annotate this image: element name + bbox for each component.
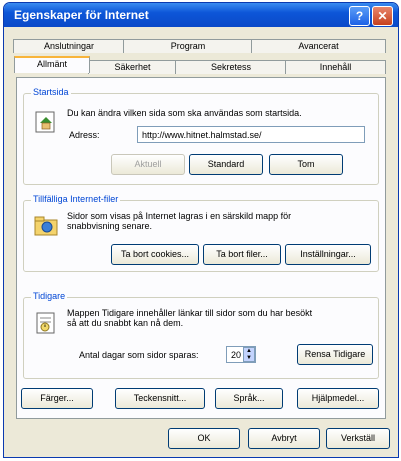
tab-anslutningar[interactable]: Anslutningar: [13, 39, 125, 53]
tab-sakerhet[interactable]: Säkerhet: [88, 60, 177, 74]
window-title: Egenskaper för Internet: [14, 8, 149, 22]
tab-label: Program: [170, 41, 206, 51]
current-page-button[interactable]: Aktuell: [111, 154, 185, 175]
tab-allmant[interactable]: Allmänt: [14, 56, 90, 73]
startsida-description: Du kan ändra vilken sida som ska använda…: [67, 108, 302, 118]
help-button[interactable]: ?: [349, 6, 370, 26]
history-description-2: så att du snabbt kan nå dem.: [67, 318, 184, 328]
close-button[interactable]: ✕: [372, 6, 393, 26]
startsida-legend: Startsida: [31, 87, 71, 97]
temp-files-settings-button[interactable]: Inställningar...: [285, 244, 371, 265]
days-label: Antal dagar som sidor sparas:: [79, 350, 199, 360]
tab-label: Säkerhet: [114, 62, 151, 72]
default-page-button[interactable]: Standard: [189, 154, 263, 175]
blank-page-button[interactable]: Tom: [269, 154, 343, 175]
apply-button[interactable]: Verkställ: [326, 428, 390, 449]
tab-program[interactable]: Program: [123, 39, 253, 53]
delete-files-button[interactable]: Ta bort filer...: [203, 244, 281, 265]
days-value: 20: [231, 350, 242, 360]
folder-globe-icon: [34, 216, 58, 236]
tab-avancerat[interactable]: Avancerat: [251, 39, 386, 53]
history-legend: Tidigare: [31, 291, 68, 301]
spinner-arrows-icon[interactable]: ▲ ▼: [243, 347, 255, 362]
internet-options-window: Egenskaper för Internet ? ✕ Anslutningar…: [3, 2, 399, 458]
address-label: Adress:: [69, 130, 100, 140]
tab-label: Avancerat: [298, 41, 339, 51]
home-page-icon: [35, 111, 55, 133]
tab-label: Innehåll: [319, 62, 352, 72]
tab-label: Sekretess: [210, 62, 252, 72]
clear-history-button[interactable]: Rensa Tidigare: [297, 344, 373, 365]
tab-sekretess[interactable]: Sekretess: [175, 60, 287, 74]
address-input[interactable]: http://www.hitnet.halmstad.se/: [137, 126, 365, 143]
temp-files-description-2: snabbvisning senare.: [67, 221, 153, 231]
fonts-button[interactable]: Teckensnitt...: [115, 388, 205, 409]
languages-button[interactable]: Språk...: [215, 388, 283, 409]
temp-files-legend: Tillfälliga Internet-filer: [31, 194, 121, 204]
ok-button[interactable]: OK: [168, 428, 240, 449]
tab-panel-allmant: Startsida Du kan ändra vilken sida som s…: [16, 77, 386, 419]
tab-label: Anslutningar: [43, 41, 95, 51]
colors-button[interactable]: Färger...: [21, 388, 93, 409]
accessibility-button[interactable]: Hjälpmedel...: [297, 388, 379, 409]
tab-label: Allmänt: [36, 59, 67, 69]
tab-innehall[interactable]: Innehåll: [285, 60, 386, 74]
delete-cookies-button[interactable]: Ta bort cookies...: [111, 244, 199, 265]
cancel-button[interactable]: Avbryt: [248, 428, 320, 449]
title-bar[interactable]: Egenskaper för Internet ? ✕: [4, 3, 398, 27]
history-icon: [36, 312, 55, 334]
